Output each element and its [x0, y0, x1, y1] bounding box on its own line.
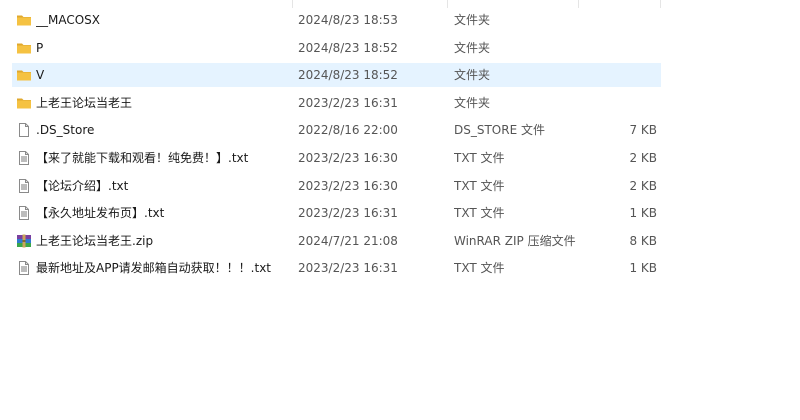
file-row[interactable]: 上老王论坛当老王.zip 2024/7/21 21:08 WinRAR ZIP 压缩…: [12, 229, 661, 253]
file-size: [572, 91, 657, 115]
file-date-modified: 2022/8/16 22:00: [298, 123, 398, 138]
folder-icon: [16, 12, 32, 28]
winrar-archive-icon: [16, 233, 32, 249]
file-size: 2 KB: [629, 151, 657, 165]
file-date-modified: 2024/8/23 18:52: [298, 68, 398, 83]
file-size: 2 KB: [629, 178, 657, 193]
text-file-icon: [16, 178, 32, 194]
file-size: [572, 63, 657, 87]
file-row[interactable]: 最新地址及APP请发邮箱自动获取！！！.txt 2023/2/23 16:31 TX…: [12, 256, 661, 280]
file-row[interactable]: 上老王论坛当老王 2023/2/23 16:31 文件夹: [12, 91, 661, 115]
file-size: 8 KB: [629, 233, 657, 248]
text-file-icon: [16, 150, 32, 166]
file-date-modified: 2023/2/23 16:31: [298, 261, 398, 276]
file-date-modified: 2023/2/23 16:30: [298, 151, 398, 165]
file-size: 7 KB: [629, 123, 657, 138]
file-list: __MACOSX 2024/8/23 18:53 文件夹 P 2024/8/23 18:…: [0, 0, 800, 420]
file-row[interactable]: V 2024/8/23 18:52 文件夹: [12, 63, 661, 88]
column-divider[interactable]: [447, 0, 448, 8]
folder-icon: [16, 95, 32, 111]
file-row[interactable]: 【来了就能下载和观看！纯免费！】.txt 2023/2/23 16:30 TXT 文…: [12, 146, 661, 170]
file-size: [572, 8, 657, 32]
file-date-modified: 2024/8/23 18:53: [298, 13, 398, 27]
file-name: 上老王论坛当老王: [36, 95, 133, 110]
file-row[interactable]: 【永久地址发布页】.txt 2023/2/23 16:31 TXT 文件 1 KB: [12, 201, 661, 225]
file-date-modified: 2023/2/23 16:31: [298, 206, 398, 221]
column-divider[interactable]: [660, 0, 661, 8]
file-row[interactable]: 【论坛介绍】.txt 2023/2/23 16:30 TXT 文件 2 KB: [12, 174, 661, 198]
file-size: 1 KB: [629, 206, 657, 221]
column-header-dividers: [0, 0, 800, 8]
text-file-icon: [16, 260, 32, 276]
file-name: 【永久地址发布页】.txt: [36, 206, 165, 221]
file-name: __MACOSX: [36, 13, 101, 27]
file-name: 【来了就能下载和观看！纯免费！】.txt: [36, 151, 249, 165]
file-name: .DS_Store: [36, 123, 95, 138]
file-date-modified: 2024/7/21 21:08: [298, 233, 398, 248]
file-name: 【论坛介绍】.txt: [36, 178, 129, 193]
column-divider[interactable]: [578, 0, 579, 8]
file-name: V: [36, 68, 45, 83]
file-size: [572, 36, 657, 60]
file-date-modified: 2023/2/23 16:31: [298, 95, 398, 110]
file-row[interactable]: __MACOSX 2024/8/23 18:53 文件夹: [12, 8, 661, 32]
file-name: P: [36, 40, 44, 55]
file-date-modified: 2023/2/23 16:30: [298, 178, 398, 193]
file-name: 上老王论坛当老王.zip: [36, 233, 154, 248]
file-date-modified: 2024/8/23 18:52: [298, 40, 398, 55]
folder-icon: [16, 40, 32, 56]
column-divider[interactable]: [292, 0, 293, 8]
file-row[interactable]: P 2024/8/23 18:52 文件夹: [12, 36, 661, 60]
blank-file-icon: [16, 122, 32, 138]
file-name: 最新地址及APP请发邮箱自动获取！！！.txt: [36, 261, 272, 276]
file-size: 1 KB: [629, 261, 657, 276]
file-row[interactable]: .DS_Store 2022/8/16 22:00 DS_STORE 文件 7 KB: [12, 118, 661, 142]
text-file-icon: [16, 205, 32, 221]
folder-icon: [16, 67, 32, 83]
